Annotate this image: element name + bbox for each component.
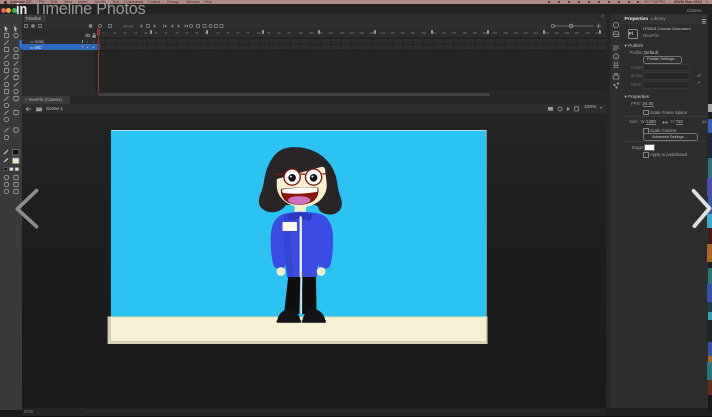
- svg-text:24.00: 24.00: [123, 23, 134, 28]
